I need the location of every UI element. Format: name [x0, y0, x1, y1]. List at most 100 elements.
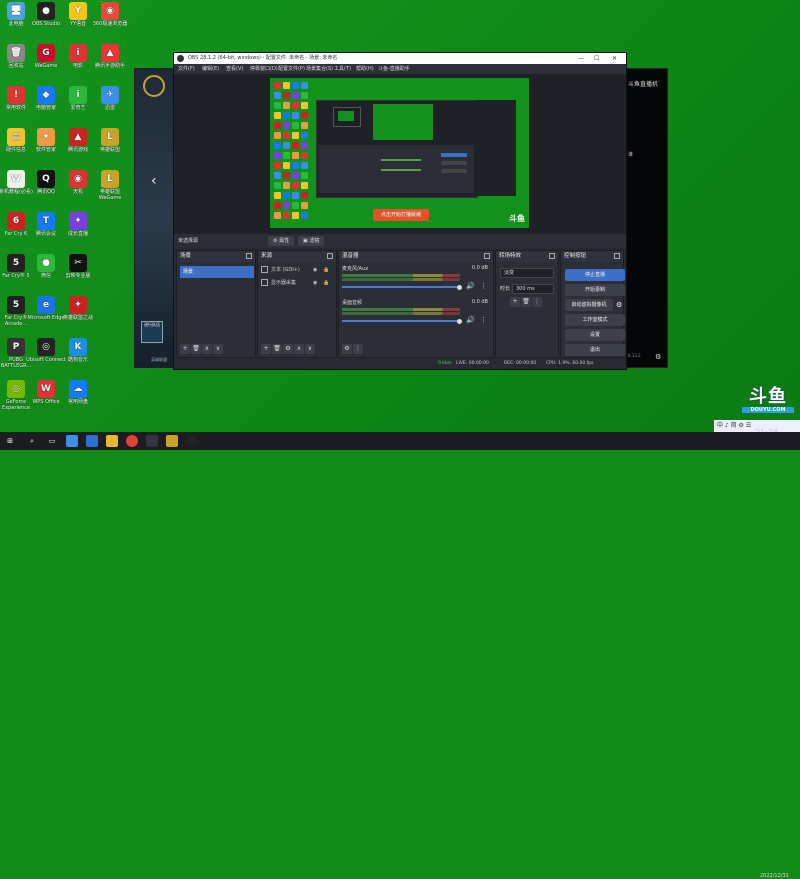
filters-button[interactable]: ▣ 滤镜	[298, 236, 325, 246]
more-options-icon[interactable]: ⋮	[480, 282, 487, 290]
volume-slider-knob[interactable]	[457, 318, 462, 324]
dock-float-icon[interactable]	[549, 253, 555, 259]
menu-item[interactable]: 文件(F)	[178, 64, 195, 74]
obs-titlebar[interactable]: OBS 28.1.2 (64-bit, windows) - 配置文件: 未命名…	[174, 53, 626, 64]
studio-mode-button[interactable]: 工作室模式	[565, 314, 625, 326]
taskbar-app-icon[interactable]	[86, 435, 98, 447]
menu-item[interactable]: 配置文件(P)	[278, 64, 305, 74]
close-icon[interactable]: ✕	[612, 53, 617, 64]
desktop-icon[interactable]: L 英雄联盟	[90, 128, 130, 153]
desktop-icon-label: 英雄联盟之战	[62, 315, 93, 321]
game-sidebar: ‹ 进行队伍	[135, 69, 175, 367]
menu-item[interactable]: 查看(V)	[226, 64, 243, 74]
preview-status-button[interactable]: 点击开始打播就绪	[373, 209, 429, 221]
more-options-icon[interactable]: ⋮	[532, 297, 542, 307]
app-icon: 6	[7, 212, 25, 230]
taskbar-app-icon[interactable]	[106, 435, 118, 447]
stream-bitrate: 0 kb/s	[438, 361, 452, 366]
preview-mini-icon	[274, 112, 281, 119]
volume-slider[interactable]	[342, 286, 460, 288]
arrow-up-icon[interactable]: ∧	[294, 344, 304, 354]
properties-button[interactable]: ⚙ 属性	[268, 236, 295, 246]
arrow-down-icon[interactable]: ∨	[213, 344, 223, 354]
steam-icon[interactable]	[146, 435, 158, 447]
volume-meter	[342, 308, 460, 311]
maximize-icon[interactable]: ☐	[594, 53, 599, 64]
windows-start-icon[interactable]: ⊞	[4, 435, 16, 447]
source-item-text[interactable]: 文本 (GDI+) ◉ 🔒	[261, 265, 331, 276]
source-item-display[interactable]: 显示器采集 ◉ 🔒	[261, 278, 331, 289]
preview-mini-icon	[301, 82, 308, 89]
gear-icon[interactable]: ⚙	[655, 353, 661, 361]
gear-icon[interactable]: ⚙	[616, 301, 622, 309]
transition-type-select[interactable]: 淡变	[500, 268, 554, 278]
eye-icon[interactable]: ◉	[313, 265, 317, 276]
preview-mini-icon	[292, 202, 299, 209]
volume-slider-knob[interactable]	[457, 284, 462, 290]
task-view-icon[interactable]: ▭	[46, 435, 58, 447]
stop-streaming-button[interactable]: 停止直播	[565, 269, 625, 281]
obs-window[interactable]: OBS 28.1.2 (64-bit, windows) - 配置文件: 未命名…	[173, 52, 627, 370]
dock-float-icon[interactable]	[614, 253, 620, 259]
desktop-icon[interactable]: L 英雄联盟WeGame	[90, 170, 130, 201]
minimize-icon[interactable]: —	[578, 53, 584, 64]
gear-icon[interactable]: ⚙	[283, 344, 293, 354]
desktop-icon[interactable]: ✦ 英雄联盟之战	[58, 296, 98, 321]
add-icon[interactable]: +	[510, 297, 520, 307]
dock-float-icon[interactable]	[327, 253, 333, 259]
menu-item[interactable]: 停靠窗口(D)	[250, 64, 278, 74]
scene-item[interactable]: 场景	[180, 266, 254, 278]
add-icon[interactable]: +	[261, 344, 271, 354]
menu-item[interactable]: 编辑(E)	[202, 64, 219, 74]
duration-input[interactable]: 300 ms	[512, 284, 554, 294]
speaker-icon[interactable]: 🔊	[466, 316, 475, 324]
arrow-down-icon[interactable]: ∨	[305, 344, 315, 354]
add-icon[interactable]: +	[180, 344, 190, 354]
chrome-icon[interactable]	[126, 435, 138, 447]
dock-float-icon[interactable]	[484, 253, 490, 259]
app-icon: K	[69, 338, 87, 356]
desktop-icon[interactable]: ✈ 迅雷	[90, 86, 130, 111]
game-party-button[interactable]: 进行队伍	[141, 321, 163, 343]
eye-icon[interactable]: ◉	[313, 278, 317, 289]
desktop-icon[interactable]: ▲ 腾讯手游助手	[90, 44, 130, 69]
menu-item[interactable]: 斗鱼-直播助手	[378, 64, 410, 74]
preview-mini-icon	[283, 182, 290, 189]
menu-item[interactable]: 帮助(H)	[356, 64, 374, 74]
lock-icon[interactable]: 🔒	[323, 265, 329, 276]
preview-canvas[interactable]: 点击开始打播就绪 斗鱼	[270, 78, 529, 228]
menu-item[interactable]: 工具(T)	[334, 64, 351, 74]
desktop-icon[interactable]: ☁ 常用网盘	[58, 380, 98, 405]
desktop-icon[interactable]: ✦ 成长直播	[58, 212, 98, 237]
exit-button[interactable]: 退出	[565, 344, 625, 356]
desktop-icon[interactable]: K 酷狗音乐	[58, 338, 98, 363]
taskbar-app-icon[interactable]	[66, 435, 78, 447]
taskbar-app-icon[interactable]	[166, 435, 178, 447]
chevron-left-icon[interactable]: ‹	[151, 173, 157, 189]
desktop-icon[interactable]: ◉ 360极速浏览器	[90, 2, 130, 27]
preview-mini-icon	[283, 172, 290, 179]
preview-mini-icon	[283, 162, 290, 169]
gear-icon[interactable]: ⚙	[342, 344, 352, 354]
start-recording-button[interactable]: 开始录制	[565, 284, 625, 296]
menu-item[interactable]: 场景集合(S)	[306, 64, 333, 74]
more-options-icon[interactable]: ⋮	[480, 316, 487, 324]
arrow-up-icon[interactable]: ∧	[202, 344, 212, 354]
delete-icon[interactable]: 🗑	[272, 344, 282, 354]
search-icon[interactable]: ⌕	[26, 435, 38, 447]
speaker-icon[interactable]: 🔊	[466, 282, 475, 290]
cpu-fps: CPU: 1.9%, 60.00 fps	[546, 361, 594, 366]
obs-taskbar-icon[interactable]	[186, 435, 198, 447]
more-options-icon[interactable]: ⋮	[353, 344, 363, 354]
delete-icon[interactable]: 🗑	[521, 297, 531, 307]
obs-preview-area[interactable]: 点击开始打播就绪 斗鱼	[174, 74, 626, 234]
lock-icon[interactable]: 🔒	[323, 278, 329, 289]
start-virtual-camera-button[interactable]: 启动虚拟摄像机	[565, 299, 613, 311]
settings-button[interactable]: 设置	[565, 329, 625, 341]
dock-float-icon[interactable]	[246, 253, 252, 259]
volume-slider[interactable]	[342, 320, 460, 322]
game-side-panel: 斗鱼直播机 谁 8.13.2 ⚙	[625, 69, 667, 367]
desktop-icon[interactable]: ✂ 剪映专业版	[58, 254, 98, 279]
delete-icon[interactable]: 🗑	[191, 344, 201, 354]
preview-mini-icon	[274, 192, 281, 199]
